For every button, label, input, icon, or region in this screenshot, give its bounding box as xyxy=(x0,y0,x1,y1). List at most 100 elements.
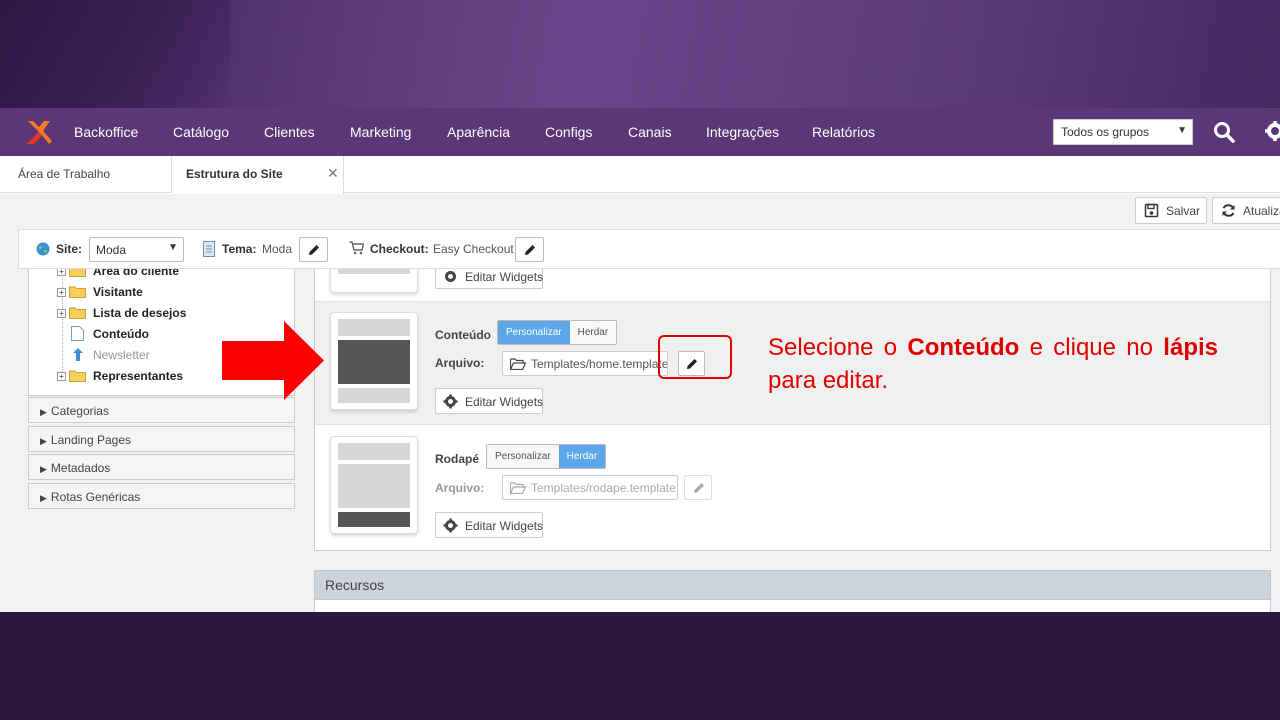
nav-integracoes[interactable]: Integrações xyxy=(706,124,779,140)
recursos-panel-body xyxy=(314,600,1271,612)
rodape-thumbnail[interactable] xyxy=(330,436,418,534)
edit-checkout-button[interactable] xyxy=(515,237,544,262)
expand-icon[interactable]: + xyxy=(57,309,66,318)
site-select[interactable]: Moda ▼ xyxy=(89,237,184,262)
search-icon[interactable] xyxy=(1213,121,1235,143)
edit-widgets-label: Editar Widgets xyxy=(465,270,544,284)
page-icon xyxy=(71,326,84,341)
conteudo-thumbnail[interactable] xyxy=(330,312,418,410)
checkout-value: Easy Checkout xyxy=(433,242,514,256)
pencil-icon xyxy=(309,245,319,255)
conteudo-file-label: Arquivo: xyxy=(435,356,485,370)
caret-right-icon: ▶ xyxy=(40,464,47,474)
save-label: Salvar xyxy=(1166,204,1201,218)
inherit-option[interactable]: Herdar xyxy=(569,321,617,344)
rodape-edit-widgets-button[interactable]: Editar Widgets xyxy=(435,512,543,538)
pencil-icon xyxy=(694,483,704,493)
caret-right-icon: ▶ xyxy=(40,407,47,417)
accordion-label: Landing Pages xyxy=(50,433,131,447)
gear-icon xyxy=(445,271,456,282)
nav-marketing[interactable]: Marketing xyxy=(350,124,411,140)
accordion-label: Categorias xyxy=(50,404,109,418)
expand-icon[interactable]: + xyxy=(57,288,66,297)
layout-panel: Editar Widgets Conteúdo Personalizar Her… xyxy=(314,269,1271,551)
tab-area-de-trabalho[interactable]: Área de Trabalho xyxy=(0,156,172,193)
group-select[interactable]: Todos os grupos ▼ xyxy=(1053,119,1193,145)
site-bar: Site: Moda ▼ Tema: Moda Checkout: Easy C… xyxy=(18,229,1280,269)
refresh-button[interactable]: Atualiza xyxy=(1212,197,1280,224)
tree-item-label: Newsletter xyxy=(93,348,150,362)
pencil-icon xyxy=(525,245,535,255)
tema-label: Tema: xyxy=(222,242,257,256)
expand-icon[interactable]: + xyxy=(57,372,66,381)
section-header-partial: Editar Widgets xyxy=(315,269,1270,301)
inherit-option[interactable]: Herdar xyxy=(558,445,606,468)
nav-catalogo[interactable]: Catálogo xyxy=(173,124,229,140)
edit-rodape-template-button xyxy=(684,475,712,500)
gear-icon xyxy=(443,394,458,409)
header-thumbnail[interactable] xyxy=(330,269,418,293)
nav-clientes[interactable]: Clientes xyxy=(264,124,315,140)
conteudo-title: Conteúdo xyxy=(435,328,491,342)
nav-backoffice[interactable]: Backoffice xyxy=(74,124,138,140)
nav-relatorios[interactable]: Relatórios xyxy=(812,124,875,140)
customize-option[interactable]: Personalizar xyxy=(487,445,559,468)
site-select-value: Moda xyxy=(96,243,127,257)
slide-background-top xyxy=(0,0,1280,108)
recursos-panel-header[interactable]: Recursos xyxy=(314,570,1271,600)
accordion-categorias[interactable]: ▶ Categorias xyxy=(28,397,295,423)
nav-aparencia[interactable]: Aparência xyxy=(447,124,510,140)
save-icon xyxy=(1144,203,1159,218)
tree-item-label: Lista de desejos xyxy=(93,306,187,320)
nav-configs[interactable]: Configs xyxy=(545,124,592,140)
logo-icon[interactable] xyxy=(22,117,54,147)
tab-bar: Área de Trabalho Estrutura do Site xyxy=(0,156,1280,194)
callout-bold-lapis: lápis xyxy=(1163,334,1218,361)
globe-icon xyxy=(36,242,50,256)
folder-icon xyxy=(69,307,86,319)
tree-item-label: Visitante xyxy=(93,285,143,299)
refresh-label: Atualiza xyxy=(1243,204,1280,218)
folder-open-icon xyxy=(510,482,526,494)
conteudo-file-value: Templates/home.template xyxy=(531,357,668,371)
refresh-icon xyxy=(1222,204,1235,217)
highlight-box xyxy=(658,335,732,379)
caret-right-icon: ▶ xyxy=(40,436,47,446)
group-select-value: Todos os grupos xyxy=(1061,125,1150,139)
tree-item-label: Representantes xyxy=(93,369,184,383)
tree-item-label: Área do cliente xyxy=(93,269,180,278)
top-navbar: Backoffice Catálogo Clientes Marketing A… xyxy=(0,108,1280,156)
accordion-metadados[interactable]: ▶ Metadados xyxy=(28,454,295,480)
callout-text-1: Selecione o xyxy=(768,334,908,361)
accordion-rotas-genericas[interactable]: ▶ Rotas Genéricas xyxy=(28,483,295,509)
customize-option[interactable]: Personalizar xyxy=(498,321,570,344)
close-icon[interactable]: ✕ xyxy=(327,165,339,182)
save-button[interactable]: Salvar xyxy=(1135,197,1207,224)
caret-right-icon: ▶ xyxy=(40,493,47,503)
conteudo-file-field[interactable]: Templates/home.template xyxy=(502,351,668,376)
folder-icon xyxy=(69,370,86,382)
rodape-mode-toggle[interactable]: Personalizar Herdar xyxy=(486,444,607,469)
gear-icon[interactable] xyxy=(1264,120,1280,142)
section-rodape[interactable]: Rodapé Personalizar Herdar Arquivo: Temp… xyxy=(315,425,1270,550)
expand-icon[interactable]: + xyxy=(57,269,66,276)
tema-value: Moda xyxy=(262,242,293,256)
callout-text-2: e clique no xyxy=(1019,334,1164,361)
accordion-landing-pages[interactable]: ▶ Landing Pages xyxy=(28,426,295,452)
tab-estrutura-do-site[interactable]: Estrutura do Site xyxy=(172,156,344,194)
accordion-label: Rotas Genéricas xyxy=(50,490,141,504)
edit-widgets-label: Editar Widgets xyxy=(465,519,544,533)
edit-widgets-label: Editar Widgets xyxy=(465,395,544,409)
rodape-title: Rodapé xyxy=(435,452,480,466)
chevron-down-icon: ▼ xyxy=(168,242,178,253)
callout-bold-conteudo: Conteúdo xyxy=(907,334,1020,361)
nav-canais[interactable]: Canais xyxy=(628,124,672,140)
red-arrow-icon xyxy=(222,321,324,400)
folder-open-icon xyxy=(510,358,526,370)
conteudo-edit-widgets-button[interactable]: Editar Widgets xyxy=(435,388,543,414)
conteudo-mode-toggle[interactable]: Personalizar Herdar xyxy=(497,320,618,345)
edit-tema-button[interactable] xyxy=(299,237,328,262)
folder-icon xyxy=(69,286,86,298)
document-icon xyxy=(203,241,215,257)
edit-widgets-button[interactable]: Editar Widgets xyxy=(435,269,543,289)
